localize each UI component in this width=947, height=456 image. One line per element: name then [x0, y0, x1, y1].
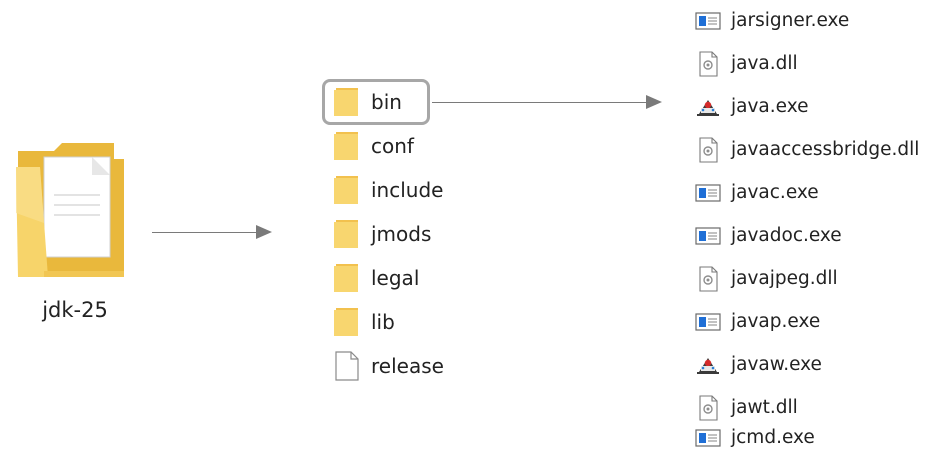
file-item-javac-exe[interactable]: javac.exe [695, 177, 819, 209]
file-item-label: javaw.exe [731, 353, 822, 375]
console-app-icon [695, 184, 721, 202]
folder-icon [334, 264, 358, 292]
java-app-icon [697, 358, 719, 374]
console-app-icon [695, 313, 721, 331]
root-folder-icon[interactable] [14, 143, 132, 285]
folder-icon [334, 132, 358, 160]
file-item-label: java.exe [731, 95, 809, 117]
file-item-java-exe[interactable]: java.exe [695, 91, 808, 123]
file-item-label: javajpeg.dll [731, 267, 838, 289]
folder-icon [334, 88, 358, 116]
dll-file-icon [699, 51, 718, 77]
directory-item-legal[interactable]: legal [333, 260, 419, 296]
directory-item-include[interactable]: include [333, 172, 443, 208]
file-item-jawt-dll[interactable]: jawt.dll [695, 392, 798, 424]
file-item-jarsigner[interactable]: jarsigner.exe [695, 5, 849, 37]
folder-icon [334, 176, 358, 204]
file-item-label: javap.exe [731, 310, 821, 332]
java-app-icon [697, 100, 719, 116]
directory-item-jmods[interactable]: jmods [333, 216, 431, 252]
folder-icon [334, 220, 358, 248]
file-item-label: jcmd.exe [731, 426, 815, 448]
file-item-javadoc-exe[interactable]: javadoc.exe [695, 220, 842, 252]
directory-item-bin[interactable]: bin [333, 84, 402, 120]
file-item-javajpeg-dll[interactable]: javajpeg.dll [695, 263, 838, 295]
directory-item-lib[interactable]: lib [333, 304, 395, 340]
directory-item-release[interactable]: release [333, 348, 444, 384]
file-item-label: java.dll [731, 52, 798, 74]
file-item-javaaccessbridge-dll[interactable]: javaaccessbridge.dll [695, 134, 919, 166]
file-item-label: jarsigner.exe [731, 9, 850, 31]
directory-item-label: legal [371, 266, 420, 290]
file-item-javaw-exe[interactable]: javaw.exe [695, 349, 822, 381]
dll-file-icon [699, 137, 718, 163]
file-item-label: javadoc.exe [731, 224, 842, 246]
directory-item-label: release [371, 354, 444, 378]
root-folder-label: jdk-25 [42, 298, 108, 322]
file-item-label: jawt.dll [731, 396, 798, 418]
directory-item-label: include [371, 178, 444, 202]
file-item-jcmd-exe[interactable]: jcmd.exe [695, 422, 815, 454]
console-app-icon [695, 12, 721, 30]
directory-item-label: lib [371, 310, 395, 334]
file-item-javap-exe[interactable]: javap.exe [695, 306, 820, 338]
dll-file-icon [699, 266, 718, 292]
folder-icon [334, 308, 358, 336]
file-item-java-dll[interactable]: java.dll [695, 48, 798, 80]
dll-file-icon [699, 395, 718, 421]
directory-item-conf[interactable]: conf [333, 128, 414, 164]
directory-item-label: bin [371, 90, 402, 114]
directory-item-label: conf [371, 134, 414, 158]
console-app-icon [695, 227, 721, 245]
file-item-label: javaaccessbridge.dll [731, 138, 920, 160]
file-icon [335, 351, 359, 381]
console-app-icon [695, 429, 721, 447]
directory-item-label: jmods [371, 222, 432, 246]
file-item-label: javac.exe [731, 181, 819, 203]
folder-with-document-icon [16, 143, 124, 277]
